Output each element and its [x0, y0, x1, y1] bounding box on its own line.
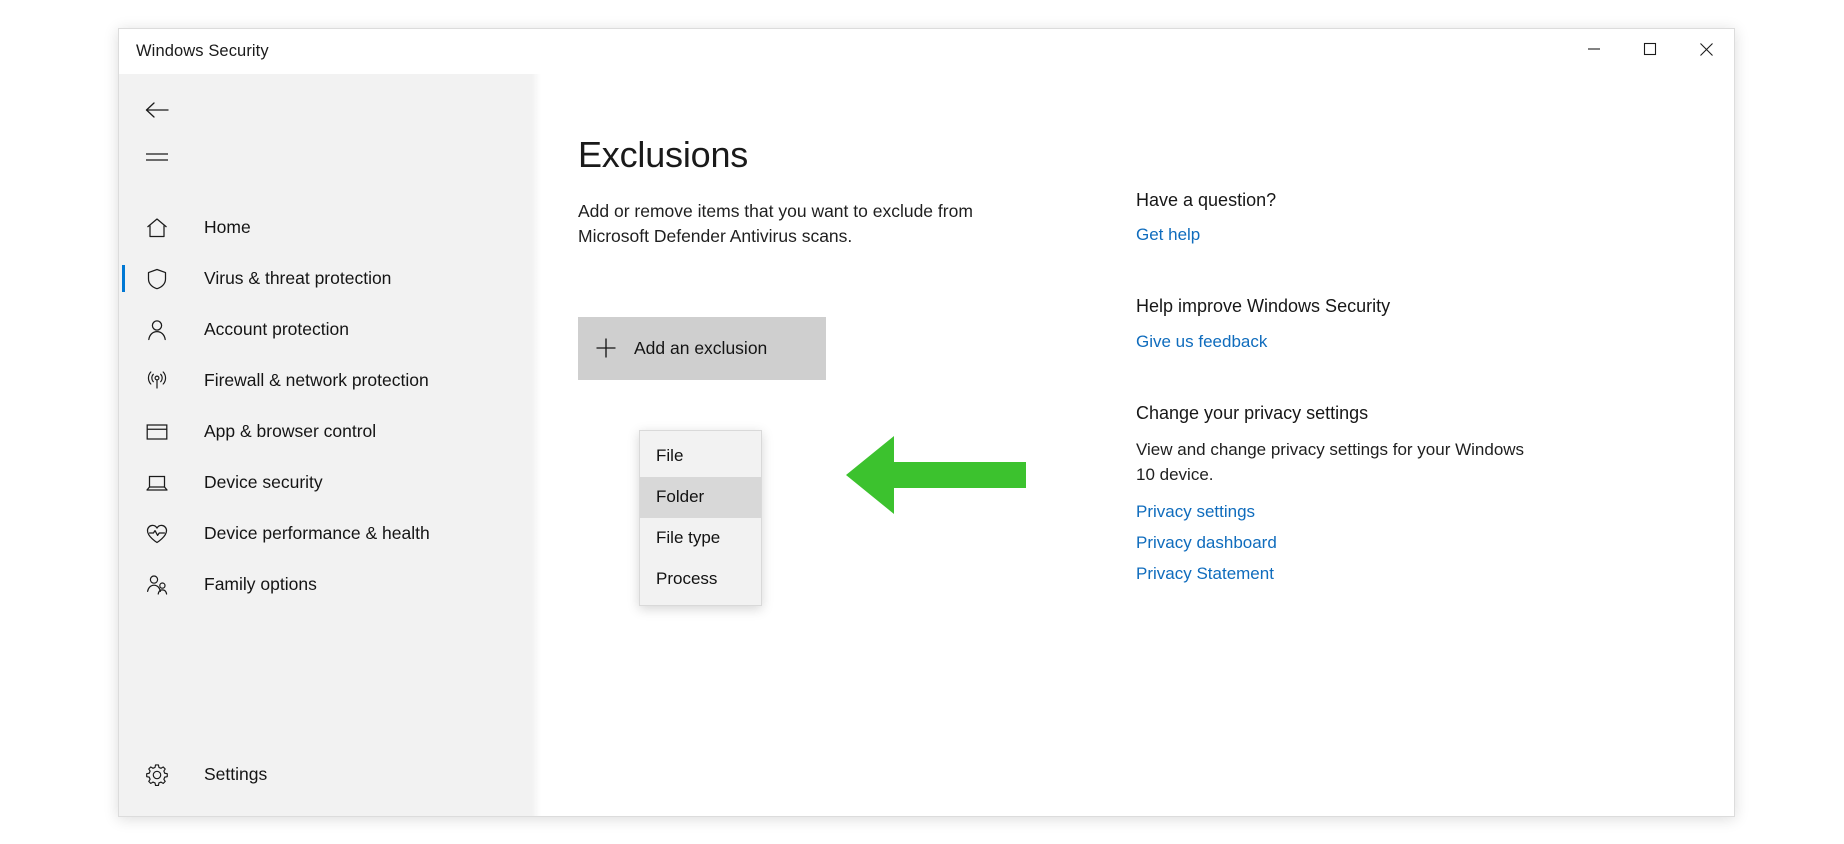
sidebar-item-label: Device performance & health [204, 523, 430, 543]
sidebar-item-account-protection[interactable]: Account protection [119, 304, 531, 355]
title-bar: Windows Security [119, 29, 1734, 74]
dropdown-item-file[interactable]: File [640, 436, 761, 477]
add-exclusion-area: Add an exclusion File Folder File type P… [578, 316, 1088, 606]
dropdown-item-process[interactable]: Process [640, 559, 761, 600]
help-group-question: Have a question? Get help [1136, 189, 1536, 245]
help-body-text: View and change privacy settings for you… [1136, 440, 1525, 484]
people-icon [145, 573, 175, 597]
plus-icon [578, 337, 634, 359]
help-group-improve: Help improve Windows Security Give us fe… [1136, 295, 1536, 351]
help-group-privacy: Change your privacy settings View and ch… [1136, 402, 1536, 585]
navigation-sidebar: Home Virus & threat protection Account p… [119, 74, 531, 816]
back-button[interactable] [133, 88, 181, 136]
sidebar-item-label: Family options [204, 574, 317, 594]
maximize-button[interactable] [1622, 29, 1678, 74]
person-icon [145, 318, 175, 342]
privacy-settings-link[interactable]: Privacy settings [1136, 502, 1255, 522]
sidebar-item-label: Virus & threat protection [204, 268, 392, 288]
help-heading: Help improve Windows Security [1136, 296, 1391, 317]
sidebar-item-label: Device security [204, 472, 323, 492]
help-heading: Change your privacy settings [1136, 402, 1369, 423]
close-icon [1699, 42, 1714, 62]
wifi-signal-icon [145, 369, 175, 393]
selection-indicator [122, 265, 125, 292]
window-body: Home Virus & threat protection Account p… [119, 74, 1734, 816]
sidebar-item-home[interactable]: Home [119, 202, 531, 253]
dropdown-item-file-type[interactable]: File type [640, 518, 761, 559]
window-title: Windows Security [136, 42, 269, 60]
sidebar-item-label: Settings [204, 764, 268, 784]
home-icon [145, 216, 175, 240]
sidebar-item-label: Home [204, 217, 251, 237]
give-feedback-link[interactable]: Give us feedback [1136, 332, 1267, 352]
sidebar-item-label: Firewall & network protection [204, 370, 429, 390]
privacy-dashboard-link[interactable]: Privacy dashboard [1136, 533, 1277, 553]
page-description: Add or remove items that you want to exc… [578, 201, 973, 246]
back-arrow-icon [144, 100, 170, 125]
content-left-column: Exclusions Add or remove items that you … [578, 134, 1088, 816]
window-controls [1566, 29, 1734, 74]
laptop-icon [145, 471, 175, 495]
sidebar-item-device-security[interactable]: Device security [119, 457, 531, 508]
add-exclusion-button-label: Add an exclusion [634, 337, 768, 358]
sidebar-bottom: Settings [119, 749, 531, 816]
sidebar-item-virus-threat-protection[interactable]: Virus & threat protection [119, 253, 531, 304]
sidebar-item-firewall-network-protection[interactable]: Firewall & network protection [119, 355, 531, 406]
window-icon [145, 420, 175, 444]
windows-security-window: Windows Security Home Virus & threat pro… [118, 28, 1735, 817]
exclusion-type-dropdown: File Folder File type Process [639, 429, 762, 606]
sidebar-top [119, 74, 531, 184]
sidebar-nav-list: Home Virus & threat protection Account p… [119, 202, 531, 610]
get-help-link[interactable]: Get help [1136, 225, 1200, 245]
sidebar-item-family-options[interactable]: Family options [119, 559, 531, 610]
left-arrow-annotation [846, 435, 1026, 514]
dropdown-item-folder[interactable]: Folder [640, 476, 761, 518]
close-button[interactable] [1678, 29, 1734, 74]
sidebar-item-label: Account protection [204, 319, 349, 339]
gear-icon [145, 763, 175, 787]
screen-root: Windows Security Home Virus & threat pro… [0, 0, 1844, 844]
sidebar-item-settings[interactable]: Settings [119, 749, 531, 800]
help-heading: Have a question? [1136, 190, 1277, 210]
add-exclusion-button[interactable]: Add an exclusion [578, 316, 826, 380]
sidebar-item-app-browser-control[interactable]: App & browser control [119, 406, 531, 457]
privacy-statement-link[interactable]: Privacy Statement [1136, 564, 1274, 584]
shield-icon [145, 267, 175, 291]
help-panel: Have a question? Get help Help improve W… [1136, 137, 1536, 816]
page-title: Exclusions [578, 134, 749, 175]
minimize-icon [1587, 42, 1601, 61]
heartbeat-icon [145, 522, 175, 546]
minimize-button[interactable] [1566, 29, 1622, 74]
hamburger-menu-button[interactable] [133, 136, 181, 184]
sidebar-item-label: App & browser control [204, 421, 377, 441]
main-content: Exclusions Add or remove items that you … [531, 74, 1734, 816]
hamburger-menu-icon [145, 150, 169, 171]
sidebar-item-device-performance-health[interactable]: Device performance & health [119, 508, 531, 559]
maximize-icon [1643, 42, 1657, 61]
